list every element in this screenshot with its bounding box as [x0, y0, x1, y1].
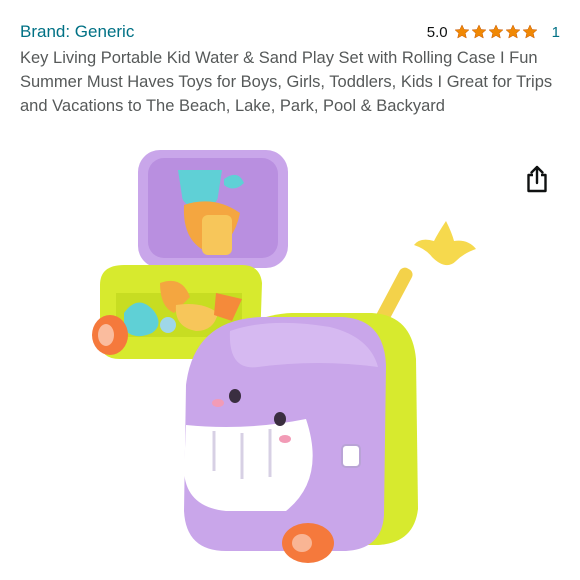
star-icon [471, 24, 487, 39]
product-page: Brand: Generic 5.0 1 Key Living Portable… [0, 0, 580, 580]
share-icon [527, 165, 547, 193]
rating-count[interactable]: 1 [552, 24, 560, 41]
rating-summary[interactable]: 5.0 1 [427, 24, 560, 41]
product-header-row: Brand: Generic 5.0 1 [20, 20, 560, 44]
star-icon [454, 24, 470, 39]
star-icon [488, 24, 504, 39]
brand-link[interactable]: Brand: Generic [20, 22, 134, 42]
star-icon [522, 24, 538, 39]
share-button[interactable] [522, 162, 552, 196]
rating-value: 5.0 [426, 23, 448, 41]
star-icon [505, 24, 521, 39]
star-rating [454, 24, 538, 40]
product-title: Key Living Portable Kid Water & Sand Pla… [20, 49, 553, 115]
product-image[interactable] [80, 145, 500, 570]
